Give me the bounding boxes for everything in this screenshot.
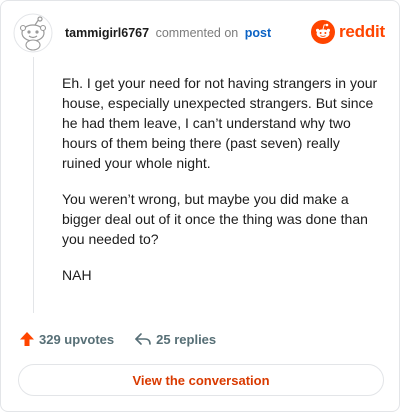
- reddit-logo[interactable]: reddit: [310, 20, 385, 44]
- commented-on-text: commented on: [155, 26, 239, 40]
- reply-count: 25 replies: [156, 331, 217, 347]
- thread-line: [33, 57, 34, 313]
- reddit-snoo-icon: [310, 20, 335, 44]
- comment-meta: tammigirl6767 commented on post: [65, 26, 271, 40]
- upvote-arrow-icon: [20, 332, 34, 346]
- replies-button[interactable]: 25 replies: [134, 331, 216, 347]
- comment-paragraph: NAH: [62, 267, 92, 283]
- upvote-button[interactable]: 329 upvotes: [19, 331, 114, 347]
- comment-card: tammigirl6767 commented on post reddit E…: [0, 0, 400, 412]
- user-avatar[interactable]: [13, 13, 53, 53]
- reply-arrow-icon: [135, 333, 151, 345]
- comment-paragraph: You weren’t wrong, but maybe you did mak…: [62, 191, 368, 247]
- reddit-wordmark: reddit: [338, 22, 385, 41]
- upvote-count: 329 upvotes: [39, 331, 115, 347]
- comment-paragraph: Eh. I get your need for not having stran…: [62, 75, 378, 171]
- snoo-avatar-icon: [13, 13, 53, 53]
- view-conversation-button[interactable]: View the conversation: [18, 364, 384, 396]
- author-username[interactable]: tammigirl6767: [65, 26, 149, 40]
- post-link[interactable]: post: [245, 26, 271, 40]
- comment-body: Eh. I get your need for not having stran…: [62, 73, 382, 301]
- comment-actions: 329 upvotes 25 replies: [19, 331, 216, 347]
- comment-header: tammigirl6767 commented on post reddit: [13, 13, 385, 53]
